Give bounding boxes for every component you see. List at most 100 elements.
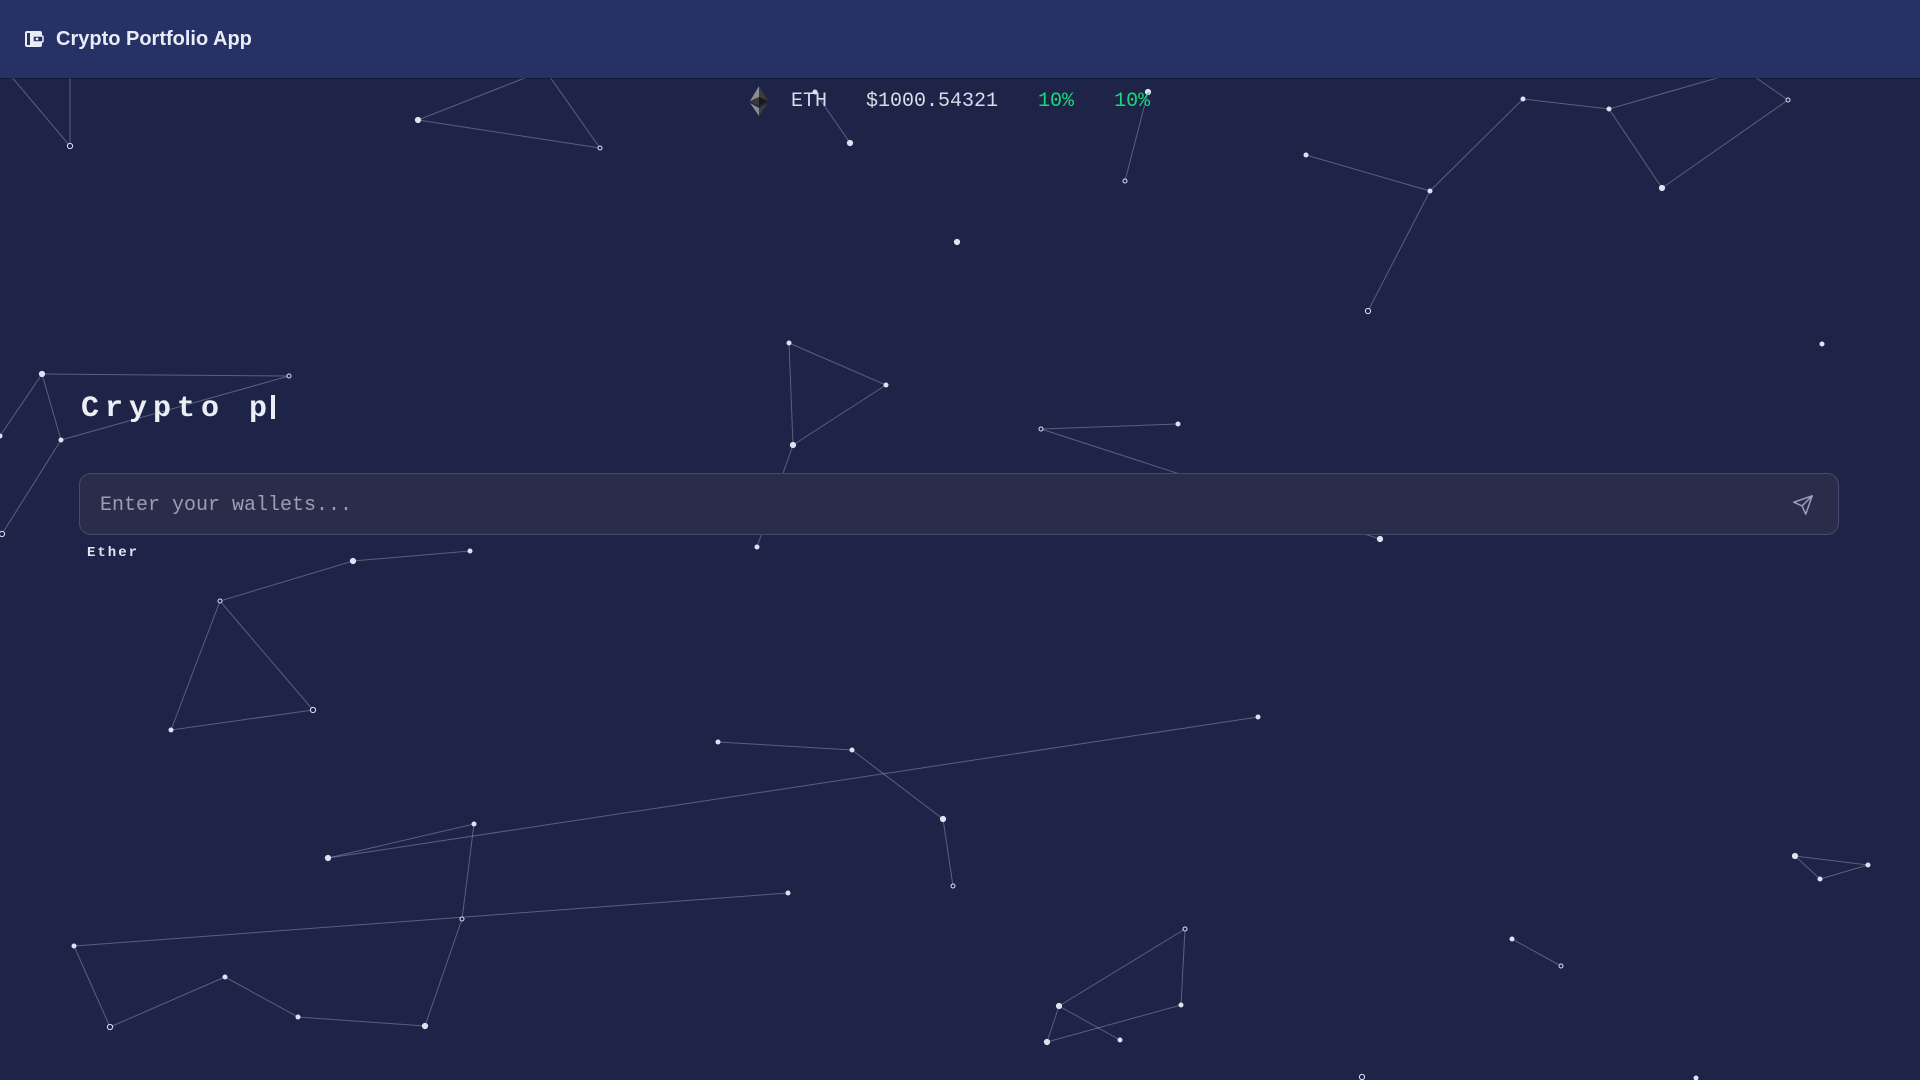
network-link xyxy=(424,918,463,1027)
network-link xyxy=(170,709,314,731)
network-node xyxy=(1606,106,1612,112)
network-node xyxy=(1178,1002,1184,1008)
ticker-change-1: 10% xyxy=(1038,89,1075,113)
network-link xyxy=(1046,1005,1060,1043)
network-node xyxy=(421,1022,429,1030)
network-node xyxy=(222,974,228,980)
network-node xyxy=(1658,184,1666,192)
network-link xyxy=(942,818,954,887)
network-node xyxy=(754,544,760,550)
network-node xyxy=(786,340,792,346)
network-node xyxy=(58,437,64,443)
network-node xyxy=(1175,421,1181,427)
network-link xyxy=(352,550,471,562)
network-node xyxy=(1303,152,1309,158)
network-node xyxy=(168,727,174,733)
price-ticker: ETH $1000.54321 10% 10% xyxy=(749,84,1150,118)
network-node xyxy=(953,238,961,246)
network-node xyxy=(71,943,77,949)
wallet-input[interactable] xyxy=(98,474,1782,536)
network-node xyxy=(38,370,46,378)
network-node xyxy=(1043,1038,1051,1046)
network-link xyxy=(851,749,944,820)
network-node xyxy=(715,739,721,745)
network-link xyxy=(1522,98,1610,110)
network-link xyxy=(170,600,221,731)
network-node xyxy=(349,557,357,565)
network-link xyxy=(1608,108,1663,189)
background-network-animation xyxy=(0,65,1871,1080)
network-link xyxy=(417,119,601,149)
network-node xyxy=(471,821,477,827)
network-link xyxy=(1180,928,1186,1006)
app-header: Crypto Portfolio App xyxy=(0,0,1920,78)
network-node xyxy=(1865,862,1871,868)
network-link xyxy=(41,373,62,441)
network-link xyxy=(1429,98,1524,192)
network-link xyxy=(544,69,601,149)
suggestion-item[interactable]: Ether xyxy=(87,545,139,561)
network-node xyxy=(1182,926,1188,932)
network-node xyxy=(286,373,292,379)
network-link xyxy=(9,74,71,147)
ethereum-icon xyxy=(749,85,769,117)
network-link xyxy=(788,342,794,446)
network-node xyxy=(846,139,854,147)
network-link xyxy=(792,384,887,446)
network-link xyxy=(73,892,789,947)
network-node xyxy=(1427,188,1433,194)
network-node xyxy=(1038,426,1044,432)
network-node xyxy=(217,598,223,604)
network-node xyxy=(1785,97,1791,103)
network-node xyxy=(789,441,797,449)
network-node xyxy=(66,142,74,150)
network-node xyxy=(1117,1037,1123,1043)
network-node xyxy=(1122,178,1128,184)
ticker-change-2: 10% xyxy=(1114,89,1151,113)
network-link xyxy=(327,716,1259,859)
network-node xyxy=(324,854,332,862)
network-node xyxy=(1255,714,1261,720)
network-node xyxy=(785,890,791,896)
network-node xyxy=(295,1014,301,1020)
network-link xyxy=(219,560,354,602)
network-node xyxy=(597,145,603,151)
network-link xyxy=(1511,938,1562,967)
network-node xyxy=(1693,1075,1699,1080)
network-node xyxy=(459,916,465,922)
ticker-price: $1000.54321 xyxy=(866,89,999,113)
network-link xyxy=(224,976,299,1018)
send-button[interactable] xyxy=(1790,492,1816,518)
network-node xyxy=(1817,876,1823,882)
network-node xyxy=(1376,535,1384,543)
network-node xyxy=(467,548,473,554)
network-node xyxy=(1819,341,1825,347)
typing-caret xyxy=(271,395,276,419)
network-node xyxy=(1364,307,1372,315)
network-node xyxy=(939,815,947,823)
network-node xyxy=(414,116,422,124)
network-node xyxy=(849,747,855,753)
network-node xyxy=(1558,963,1564,969)
network-link xyxy=(297,1016,426,1027)
hero-typed-text: Crypto p xyxy=(81,392,274,426)
network-link xyxy=(1661,99,1789,189)
network-link xyxy=(1040,423,1179,430)
network-link xyxy=(461,823,475,920)
network-node xyxy=(106,1023,114,1031)
network-link xyxy=(109,976,226,1028)
network-link xyxy=(41,373,290,377)
send-icon xyxy=(1793,495,1813,515)
network-link xyxy=(1367,190,1431,312)
network-node xyxy=(0,530,6,538)
network-link xyxy=(73,945,111,1028)
network-link xyxy=(0,373,43,437)
app-title: Crypto Portfolio App xyxy=(56,27,252,50)
network-node xyxy=(1358,1073,1366,1080)
network-link xyxy=(788,342,887,386)
network-node xyxy=(1791,852,1799,860)
network-node xyxy=(0,433,3,439)
wallet-search-box xyxy=(79,473,1839,536)
network-link xyxy=(717,741,853,751)
network-link xyxy=(1794,855,1869,866)
